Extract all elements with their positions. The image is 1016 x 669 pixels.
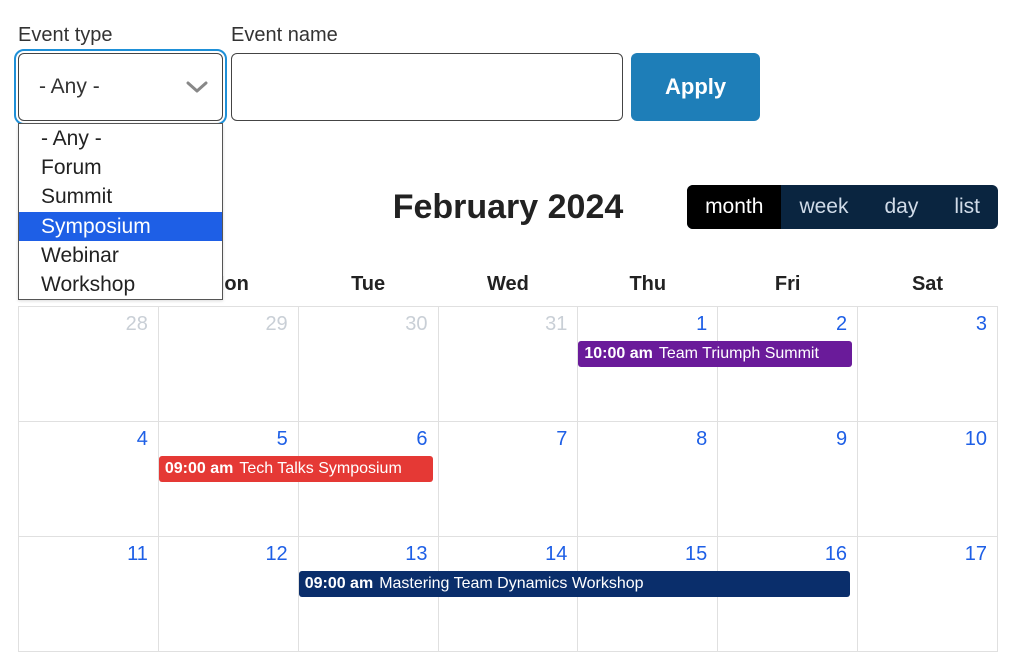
calendar-cell[interactable]: 4	[19, 422, 159, 537]
calendar-cell[interactable]: 11	[19, 537, 159, 652]
day-number: 11	[127, 543, 148, 566]
event-type-selected: - Any -	[39, 75, 100, 99]
calendar-cell[interactable]: 10	[858, 422, 998, 537]
view-switch: monthweekdaylist	[687, 185, 998, 229]
calendar-title: February 2024	[393, 188, 624, 227]
event-bar[interactable]: 09:00 am Mastering Team Dynamics Workshop	[299, 571, 850, 597]
calendar-grid: SunMonTueWedThuFriSat 28293031110:00 amT…	[18, 263, 998, 652]
calendar-cell[interactable]: 110:00 amTeam Triumph Summit	[578, 307, 718, 422]
calendar-cell[interactable]: 29	[158, 307, 298, 422]
day-number: 3	[976, 313, 987, 336]
day-number: 2	[836, 313, 847, 336]
event-type-option[interactable]: Webinar	[19, 241, 222, 270]
day-number: 8	[696, 428, 707, 451]
calendar-cell[interactable]: 28	[19, 307, 159, 422]
calendar-cell[interactable]: 12	[158, 537, 298, 652]
event-time: 09:00 am	[165, 460, 234, 478]
event-type-option[interactable]: Forum	[19, 153, 222, 182]
event-name-label: Event name	[231, 24, 623, 47]
event-type-option[interactable]: Summit	[19, 182, 222, 211]
day-header: Sat	[858, 263, 998, 307]
day-header: Fri	[718, 263, 858, 307]
view-week-button[interactable]: week	[781, 185, 866, 229]
day-number: 5	[277, 428, 288, 451]
day-number: 28	[126, 313, 148, 336]
event-type-label: Event type	[18, 24, 223, 47]
day-number: 31	[545, 313, 567, 336]
event-type-option[interactable]: Symposium	[19, 212, 222, 241]
event-time: 10:00 am	[584, 345, 653, 363]
day-number: 9	[836, 428, 847, 451]
day-number: 14	[545, 543, 567, 566]
event-name-input[interactable]	[231, 53, 623, 121]
calendar-cell[interactable]: 509:00 amTech Talks Symposium	[158, 422, 298, 537]
calendar-cell[interactable]: 30	[298, 307, 438, 422]
day-header: Thu	[578, 263, 718, 307]
calendar-cell[interactable]: 7	[438, 422, 578, 537]
event-title: Team Triumph Summit	[659, 345, 819, 363]
calendar-cell[interactable]: 1309:00 amMastering Team Dynamics Worksh…	[298, 537, 438, 652]
day-number: 17	[965, 543, 987, 566]
apply-button[interactable]: Apply	[631, 53, 760, 121]
day-number: 15	[685, 543, 707, 566]
event-type-option[interactable]: - Any -	[19, 124, 222, 153]
day-number: 4	[137, 428, 148, 451]
calendar-cell[interactable]: 3	[858, 307, 998, 422]
event-type-option[interactable]: Workshop	[19, 270, 222, 299]
day-header: Tue	[298, 263, 438, 307]
event-bar[interactable]: 09:00 am Tech Talks Symposium	[159, 456, 433, 482]
event-bar[interactable]: 10:00 am Team Triumph Summit	[578, 341, 852, 367]
view-day-button[interactable]: day	[866, 185, 936, 229]
view-month-button[interactable]: month	[687, 185, 781, 229]
calendar-cell[interactable]: 8	[578, 422, 718, 537]
day-number: 1	[696, 313, 707, 336]
day-number: 6	[416, 428, 427, 451]
calendar-cell[interactable]: 31	[438, 307, 578, 422]
view-list-button[interactable]: list	[936, 185, 998, 229]
day-number: 16	[825, 543, 847, 566]
day-number: 7	[556, 428, 567, 451]
event-type-select[interactable]: - Any -	[18, 53, 223, 121]
event-title: Tech Talks Symposium	[239, 460, 401, 478]
event-type-dropdown: - Any -ForumSummitSymposiumWebinarWorksh…	[18, 123, 223, 300]
event-time: 09:00 am	[305, 575, 374, 593]
day-number: 13	[405, 543, 427, 566]
calendar-cell[interactable]: 17	[858, 537, 998, 652]
day-number: 10	[965, 428, 987, 451]
day-number: 12	[265, 543, 287, 566]
day-number: 30	[405, 313, 427, 336]
day-number: 29	[265, 313, 287, 336]
calendar-cell[interactable]: 9	[718, 422, 858, 537]
event-title: Mastering Team Dynamics Workshop	[379, 575, 643, 593]
day-header: Wed	[438, 263, 578, 307]
